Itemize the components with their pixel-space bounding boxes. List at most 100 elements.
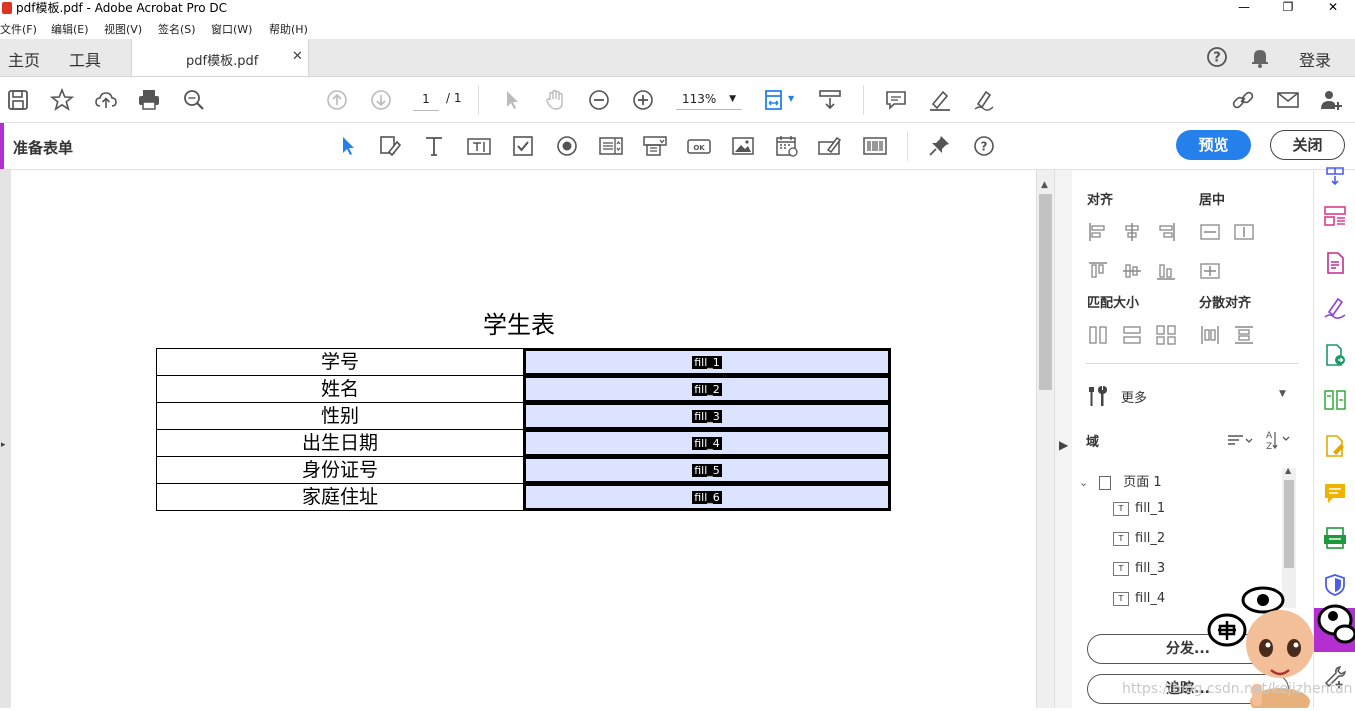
select-cursor-icon[interactable] [500,88,524,112]
export-pdf-icon[interactable] [1323,251,1347,275]
zoom-in-icon[interactable] [631,88,655,112]
barcode-icon[interactable] [863,134,887,158]
tree-expand-icon[interactable]: ⌄ [1079,476,1095,489]
more-chevron-icon[interactable]: ▼ [1279,389,1286,399]
form-text-field[interactable]: fill_2 [524,376,890,402]
align-left-icon[interactable] [1087,221,1109,243]
cloud-upload-icon[interactable] [94,88,118,112]
fields-scroll-up-icon[interactable]: ▲ [1285,466,1291,475]
align-top-icon[interactable] [1087,260,1109,282]
menu-sign[interactable]: 签名(S) [158,21,196,37]
menu-help[interactable]: 帮助(H) [269,21,308,37]
menu-window[interactable]: 窗口(W) [211,21,252,37]
match-both-icon[interactable] [1155,324,1177,346]
print-production-icon[interactable] [1323,526,1347,550]
distribute-vertical-icon[interactable] [1233,324,1255,346]
fit-page-icon[interactable] [763,88,787,112]
compare-files-icon[interactable] [1323,388,1347,412]
link-share-icon[interactable] [1231,88,1255,112]
select-object-icon[interactable] [336,134,360,158]
align-right-icon[interactable] [1155,221,1177,243]
menu-edit[interactable]: 编辑(E) [51,21,89,37]
checkbox-icon[interactable] [511,134,535,158]
maximize-button[interactable]: ❐ [1266,0,1310,16]
field-tree-item[interactable]: Tfill_3 [1113,561,1165,576]
field-tree-item[interactable]: Tfill_2 [1113,531,1165,546]
close-tab-icon[interactable]: ✕ [292,49,303,64]
combine-files-icon[interactable] [1323,164,1347,188]
collapse-panel-icon[interactable]: ▶ [1059,438,1068,452]
close-form-button[interactable]: 关闭 [1270,130,1345,160]
prev-page-icon[interactable] [325,88,349,112]
highlight-pen-icon[interactable] [928,88,952,112]
help-icon[interactable]: ? [972,134,996,158]
sign-pen-icon[interactable] [972,88,996,112]
help-icon[interactable]: ? [1205,45,1229,69]
scroll-mode-icon[interactable] [818,88,842,112]
more-label[interactable]: 更多 [1121,387,1147,406]
tools-wrench-icon[interactable] [1086,384,1110,408]
scroll-up-icon[interactable]: ▲ [1041,180,1048,190]
menu-file[interactable]: 文件(F) [0,21,37,37]
comment-tool-icon[interactable] [1323,481,1347,505]
tab-tools[interactable]: 工具 [69,47,101,71]
text-tool-icon[interactable] [422,134,446,158]
form-text-field[interactable]: fill_6 [524,484,890,510]
tab-home[interactable]: 主页 [8,47,40,71]
page-tree-node[interactable]: ⌄ 页面 1 [1079,471,1162,490]
match-width-icon[interactable] [1121,324,1143,346]
sort-alpha-icon[interactable]: AZ [1265,429,1291,452]
expand-left-icon[interactable]: ▸ [1,440,6,450]
left-panel-gutter[interactable] [0,170,11,708]
menu-view[interactable]: 视图(V) [104,21,142,37]
document-scrollbar[interactable]: ▲ [1036,170,1055,708]
form-text-field[interactable]: fill_4 [524,430,890,456]
form-text-field[interactable]: fill_1 [524,349,890,375]
star-icon[interactable] [49,87,75,112]
panel-splitter[interactable]: ▶ [1054,170,1073,708]
match-height-icon[interactable] [1087,324,1109,346]
next-page-icon[interactable] [369,88,393,112]
tab-document[interactable]: pdf模板.pdf ✕ [131,39,309,76]
zoom-level-select[interactable]: 113% ▼ [676,88,742,110]
preview-button[interactable]: 预览 [1176,130,1251,160]
edit-pdf-icon[interactable] [1323,434,1347,458]
radio-button-icon[interactable] [555,134,579,158]
form-text-field[interactable]: fill_5 [524,457,890,483]
center-both-icon[interactable] [1199,260,1221,282]
fit-chevron-icon[interactable]: ▼ [788,94,794,103]
zoom-out-icon[interactable] [587,88,611,112]
field-tree-item[interactable]: Tfill_1 [1113,501,1165,516]
dropdown-field-icon[interactable] [643,134,667,158]
signature-field-icon[interactable] [818,134,842,158]
form-text-field[interactable]: fill_3 [524,403,890,429]
login-link[interactable]: 登录 [1299,47,1331,71]
align-middle-icon[interactable] [1121,260,1143,282]
save-icon[interactable] [6,88,30,112]
comment-icon[interactable] [884,88,908,112]
organize-pages-icon[interactable] [1323,204,1347,228]
close-window-button[interactable]: ✕ [1311,0,1355,16]
fill-sign-icon[interactable] [1323,296,1347,320]
send-for-signature-icon[interactable] [1323,343,1347,367]
button-field-icon[interactable]: OK [687,134,711,158]
date-field-icon[interactable] [775,134,799,158]
pin-icon[interactable] [927,134,951,158]
align-center-h-icon[interactable] [1121,221,1143,243]
center-horizontal-icon[interactable] [1199,221,1221,243]
mail-icon[interactable] [1276,88,1300,112]
print-icon[interactable] [137,88,161,112]
search-icon[interactable] [182,88,206,112]
center-vertical-icon[interactable] [1233,221,1255,243]
fields-scrollbar-thumb[interactable] [1284,480,1294,568]
text-field-icon[interactable] [467,134,491,158]
edit-form-icon[interactable] [378,134,402,158]
image-field-icon[interactable] [731,134,755,158]
minimize-button[interactable]: — [1222,0,1266,16]
distribute-horizontal-icon[interactable] [1199,324,1221,346]
align-bottom-icon[interactable] [1155,260,1177,282]
bell-icon[interactable] [1248,45,1272,69]
page-number-input[interactable]: 1 [413,88,439,111]
list-box-icon[interactable] [599,134,623,158]
scrollbar-thumb[interactable] [1039,194,1052,390]
